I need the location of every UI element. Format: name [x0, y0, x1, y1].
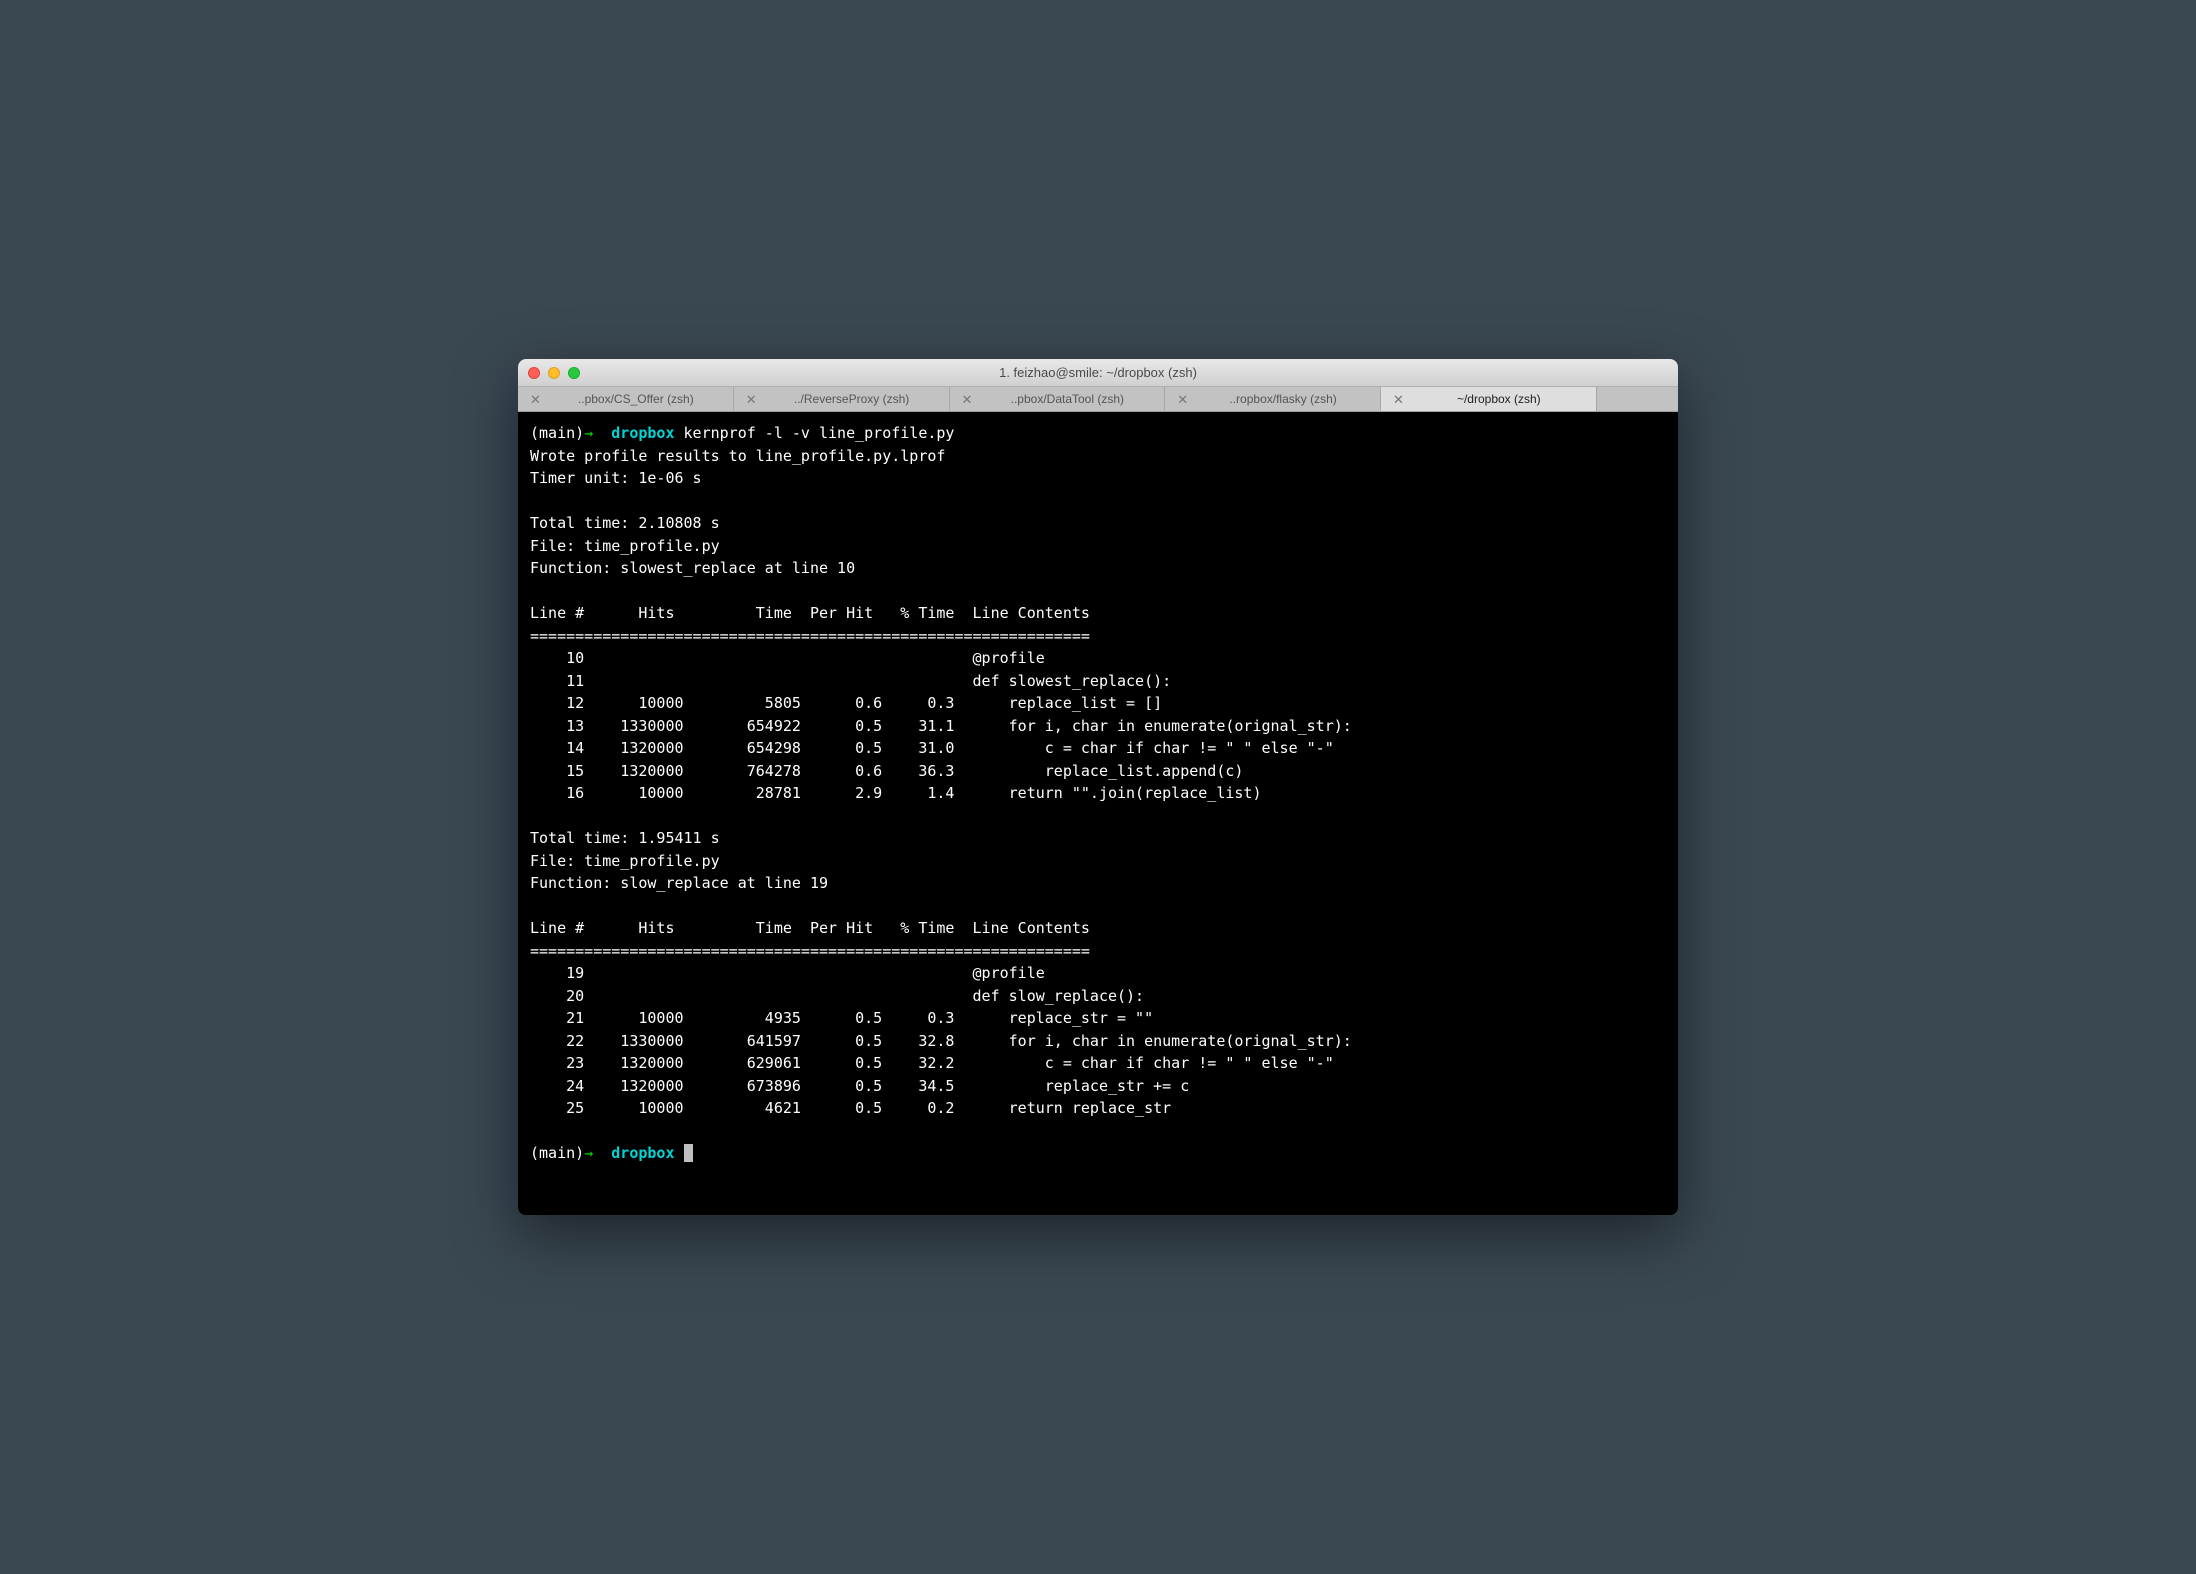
terminal-body[interactable]: (main)→ dropbox kernprof -l -v line_prof… [518, 412, 1678, 1215]
tab-4[interactable]: ✕ ~/dropbox (zsh) [1381, 387, 1597, 411]
close-icon[interactable]: ✕ [746, 393, 757, 406]
tab-label: ~/dropbox (zsh) [1414, 392, 1584, 406]
tab-label: ../ReverseProxy (zsh) [767, 392, 937, 406]
tab-label: ..ropbox/flasky (zsh) [1198, 392, 1368, 406]
prompt-branch: (main) [530, 424, 584, 442]
prompt-dir: dropbox [611, 424, 674, 442]
tab-1[interactable]: ✕ ../ReverseProxy (zsh) [734, 387, 950, 411]
tab-bar: ✕ ..pbox/CS_Offer (zsh) ✕ ../ReverseProxy (… [518, 387, 1678, 412]
terminal-window: 1. feizhao@smile: ~/dropbox (zsh) ✕ ..pbo… [518, 359, 1678, 1215]
prompt-branch: (main) [530, 1144, 584, 1162]
tab-label: ..pbox/DataTool (zsh) [982, 392, 1152, 406]
cursor-icon [684, 1144, 693, 1162]
tab-2[interactable]: ✕ ..pbox/DataTool (zsh) [950, 387, 1166, 411]
close-icon[interactable]: ✕ [962, 393, 973, 406]
minimize-window-icon[interactable] [548, 367, 560, 379]
prompt-arrow-icon: → [584, 1144, 593, 1162]
tab-0[interactable]: ✕ ..pbox/CS_Offer (zsh) [518, 387, 734, 411]
traffic-lights [528, 367, 580, 379]
command-text: kernprof -l -v line_profile.py [684, 424, 955, 442]
close-icon[interactable]: ✕ [1393, 393, 1404, 406]
new-tab-button[interactable] [1597, 387, 1678, 411]
maximize-window-icon[interactable] [568, 367, 580, 379]
close-icon[interactable]: ✕ [1177, 393, 1188, 406]
prompt-dir: dropbox [611, 1144, 674, 1162]
tab-3[interactable]: ✕ ..ropbox/flasky (zsh) [1165, 387, 1381, 411]
tab-label: ..pbox/CS_Offer (zsh) [551, 392, 721, 406]
prompt-arrow-icon: → [584, 424, 593, 442]
close-icon[interactable]: ✕ [530, 393, 541, 406]
close-window-icon[interactable] [528, 367, 540, 379]
titlebar[interactable]: 1. feizhao@smile: ~/dropbox (zsh) [518, 359, 1678, 387]
window-title: 1. feizhao@smile: ~/dropbox (zsh) [999, 365, 1197, 380]
